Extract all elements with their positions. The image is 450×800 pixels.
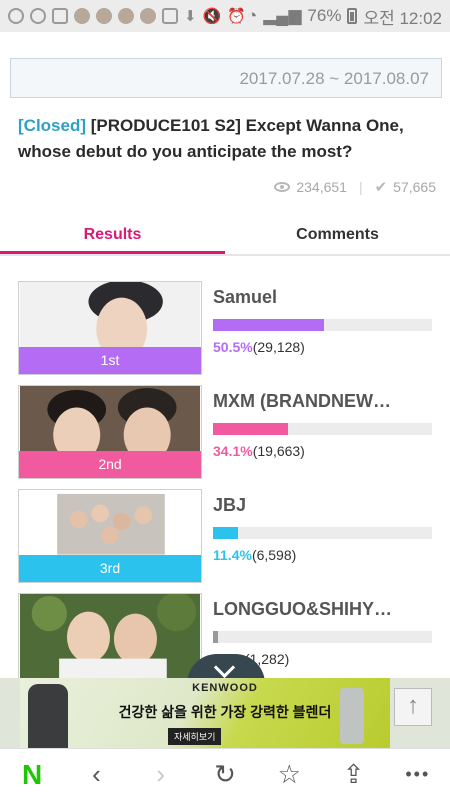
download-icon: ⬇ [184, 8, 197, 25]
poll-stats: 234,651 | ✔ 57,665 [274, 178, 436, 196]
more-icon[interactable]: ••• [398, 755, 438, 795]
alarm-icon: ⏰ [227, 8, 246, 25]
tab-results[interactable]: Results [0, 222, 225, 254]
result-item[interactable]: 2nd MXM (BRANDNEW… 34.1%(19,663) [18, 385, 442, 479]
result-thumbnail [18, 593, 202, 687]
progress-track [213, 527, 432, 539]
tab-comments[interactable]: Comments [225, 222, 450, 254]
vote-count: (29,128) [252, 339, 305, 355]
vote-count: (6,598) [251, 547, 297, 563]
signal-icon: ▂▄▆ [263, 6, 302, 25]
battery-icon [347, 8, 358, 24]
progress-track [213, 631, 432, 643]
percent-label: 34.1% [213, 443, 253, 459]
progress-track [213, 319, 432, 331]
check-icon: ✔ [374, 179, 388, 196]
ad-copy: 건강한 삶을 위한 가장 강력한 블렌더 [118, 704, 332, 720]
browser-navbar: N ‹ › ↻ ☆ ⇪ ••• [0, 748, 450, 800]
rank-label: 1st [19, 347, 201, 374]
result-thumbnail: 2nd [18, 385, 202, 479]
result-percent: 34.1%(19,663) [213, 443, 305, 459]
progress-fill [213, 631, 218, 643]
back-icon[interactable]: ‹ [76, 755, 116, 795]
progress-fill [213, 423, 288, 435]
avatar-icon [118, 8, 134, 24]
result-item[interactable]: 3rd JBJ 11.4%(6,598) [18, 489, 442, 583]
vote-count: (19,663) [252, 443, 305, 459]
poll-question: [Closed] [PRODUCE101 S2] Except Wanna On… [18, 113, 438, 165]
progress-fill [213, 527, 238, 539]
candidate-name: JBJ [213, 495, 247, 515]
avatar-icon [96, 8, 112, 24]
progress-fill [213, 319, 324, 331]
naver-icon[interactable]: N [12, 755, 52, 795]
rank-label: 2nd [19, 451, 201, 478]
avatar-icon [74, 8, 90, 24]
percent-label: 50.5% [213, 339, 253, 355]
result-item[interactable]: 1st Samuel 50.5%(29,128) [18, 281, 442, 375]
closed-tag: [Closed] [18, 116, 86, 135]
battery-percent: 76% [307, 6, 342, 25]
tab-bar: Results Comments [0, 222, 450, 256]
mute-icon: 🔇 [202, 8, 222, 25]
reload-icon[interactable]: ↻ [205, 755, 245, 795]
rank-label: 3rd [19, 555, 201, 582]
view-count: 234,651 [296, 179, 347, 195]
poll-date-range: 2017.07.28 ~ 2017.08.07 [10, 58, 442, 98]
scroll-top-icon[interactable]: ↑ [394, 688, 432, 726]
app-icon [162, 8, 178, 24]
result-thumbnail: 1st [18, 281, 202, 375]
status-bar: ⬇ 🔇 ⏰ ◔ ▂▄▆ 76% 오전 12:02 [0, 0, 450, 32]
result-percent: 50.5%(29,128) [213, 339, 305, 355]
vote-count: 57,665 [393, 179, 436, 195]
forward-icon[interactable]: › [141, 755, 181, 795]
avatar-icon [140, 8, 156, 24]
candidate-name: MXM (BRANDNEW… [213, 391, 391, 411]
ad-banner[interactable]: KENWOOD 건강한 삶을 위한 가장 강력한 블렌더 자세히보기 ↑ [0, 678, 450, 748]
eye-icon [274, 182, 291, 192]
instagram-icon [52, 8, 68, 24]
candidate-name: Samuel [213, 287, 278, 307]
wifi-icon: ◔ [246, 6, 258, 25]
notification-icons: ⬇ 🔇 ⏰ [8, 7, 246, 25]
notification-icon [30, 8, 46, 24]
ad-brand: KENWOOD [192, 682, 258, 694]
ad-cta-button[interactable]: 자세히보기 [168, 728, 222, 745]
date-range-text: 2017.07.28 ~ 2017.08.07 [239, 69, 429, 88]
candidate-name: LONGGUO&SHIHY… [213, 599, 393, 619]
notification-icon [8, 8, 24, 24]
share-icon[interactable]: ⇪ [334, 755, 374, 795]
progress-track [213, 423, 432, 435]
candidate-photo [19, 594, 201, 686]
result-thumbnail: 3rd [18, 489, 202, 583]
result-percent: 11.4%(6,598) [213, 547, 296, 563]
clock: 오전 12:02 [363, 8, 442, 28]
bookmark-icon[interactable]: ☆ [269, 755, 309, 795]
divider: | [358, 179, 363, 195]
percent-label: 11.4% [213, 547, 252, 563]
